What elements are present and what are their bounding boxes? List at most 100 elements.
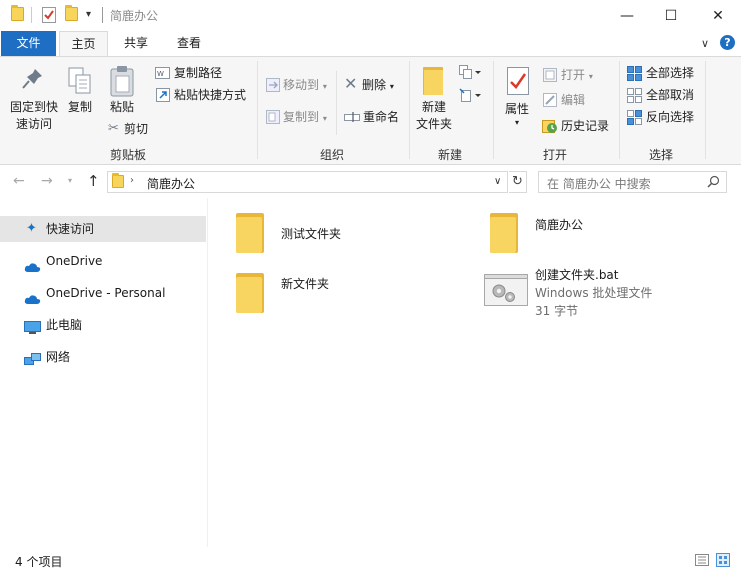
file-name: 测试文件夹 <box>281 227 342 241</box>
nav-item-label: 此电脑 <box>46 318 83 332</box>
paste-shortcut-button[interactable]: 粘贴快捷方式 <box>174 87 246 103</box>
search-icon[interactable] <box>707 175 720 191</box>
nav-item-onedrive-personal[interactable]: OneDrive - Personal <box>0 280 206 306</box>
edit-button[interactable]: 编辑 <box>561 92 585 108</box>
properties-quick-icon[interactable] <box>42 7 56 26</box>
cloud-icon <box>24 256 41 282</box>
search-input[interactable]: 在 简鹿办公 中搜索 <box>538 171 727 193</box>
breadcrumb-separator-icon[interactable]: › <box>130 175 134 186</box>
group-divider <box>493 61 494 159</box>
file-name: 新文件夹 <box>281 277 330 291</box>
nav-item-this-pc[interactable]: 此电脑 <box>0 312 206 338</box>
nav-item-label: 快速访问 <box>46 222 95 236</box>
copy-to-icon <box>266 110 280 127</box>
new-folder-button[interactable]: 新建 文件夹 <box>414 99 454 133</box>
new-folder-icon <box>423 67 445 98</box>
group-label-select: 选择 <box>648 148 673 162</box>
copy-button[interactable]: 复制 <box>62 99 98 116</box>
file-item-folder[interactable]: 新文件夹 <box>230 270 430 316</box>
recent-locations-icon[interactable]: ▾ <box>68 176 72 185</box>
pin-icon: ✦ <box>26 221 37 236</box>
easy-access-icon[interactable] <box>459 88 483 107</box>
new-folder-quick-icon[interactable] <box>65 5 78 21</box>
delete-icon: ✕ <box>344 74 358 93</box>
network-icon <box>24 350 41 376</box>
divider <box>102 7 103 23</box>
address-dropdown-icon[interactable]: ∨ <box>494 176 501 187</box>
navigation-pane: ✦ 快速访问 OneDrive OneDrive - Personal 此电脑 … <box>0 198 207 547</box>
move-to-icon <box>266 78 280 95</box>
properties-icon <box>507 67 529 98</box>
group-label-new: 新建 <box>437 148 462 162</box>
delete-button[interactable]: 删除 ▾ <box>362 77 394 95</box>
gears-icon <box>484 274 528 309</box>
group-label-open: 打开 <box>542 148 567 162</box>
forward-arrow-icon[interactable]: → <box>41 173 53 189</box>
nav-item-network[interactable]: 网络 <box>0 344 206 370</box>
folder-icon <box>236 273 264 313</box>
properties-button[interactable]: 属性 ▾ <box>500 101 534 128</box>
nav-item-label: 网络 <box>46 350 71 364</box>
nav-item-label: OneDrive <box>46 254 103 268</box>
back-arrow-icon[interactable]: ← <box>13 173 25 189</box>
pin-icon <box>22 67 44 96</box>
title-bar: ▾ 简鹿办公 — ☐ ✕ <box>0 0 741 31</box>
file-item-batch[interactable]: 创建文件夹.bat Windows 批处理文件 31 字节 <box>484 264 724 320</box>
file-name: 简鹿办公 <box>535 218 584 232</box>
rename-button[interactable]: 重命名 <box>363 109 399 125</box>
tab-view[interactable]: 查看 <box>166 31 212 56</box>
move-to-button[interactable]: 移动到 ▾ <box>283 77 327 95</box>
nav-item-label: OneDrive - Personal <box>46 286 166 300</box>
copy-to-button[interactable]: 复制到 ▾ <box>283 109 327 127</box>
copy-path-icon: W <box>155 67 170 82</box>
details-view-icon[interactable] <box>695 554 709 569</box>
group-divider <box>619 61 620 159</box>
group-divider <box>705 61 706 159</box>
minimize-button[interactable]: — <box>604 0 650 31</box>
item-count: 4 个项目 <box>15 555 63 569</box>
divider <box>336 71 337 135</box>
pin-to-quick-access-button[interactable]: 固定到快 速访问 <box>6 99 62 133</box>
nav-item-onedrive[interactable]: OneDrive <box>0 248 206 274</box>
breadcrumb-segment[interactable]: 简鹿办公 <box>147 175 195 192</box>
history-button[interactable]: 历史记录 <box>561 118 609 134</box>
select-all-button[interactable]: 全部选择 <box>646 65 694 81</box>
refresh-icon[interactable]: ↻ <box>509 171 527 193</box>
file-size: 31 字节 <box>535 304 579 318</box>
select-none-icon <box>627 88 643 107</box>
history-icon <box>542 118 558 137</box>
help-icon[interactable]: ? <box>720 35 735 50</box>
copy-path-button[interactable]: 复制路径 <box>174 65 222 81</box>
tab-file[interactable]: 文件 <box>1 31 56 56</box>
maximize-button[interactable]: ☐ <box>648 0 694 31</box>
group-label-clipboard: 剪贴板 <box>109 148 146 162</box>
cut-button[interactable]: 剪切 <box>124 121 148 137</box>
ribbon-tabs: 文件 主页 共享 查看 ∨ ? <box>0 31 741 57</box>
divider <box>31 7 32 23</box>
edit-icon <box>543 93 557 110</box>
copy-icon <box>68 67 92 98</box>
group-label-organize: 组织 <box>319 148 344 162</box>
computer-icon <box>24 318 41 344</box>
collapse-ribbon-icon[interactable]: ∨ <box>701 37 709 50</box>
large-icons-view-icon[interactable] <box>716 553 730 570</box>
select-none-button[interactable]: 全部取消 <box>646 87 694 103</box>
scissors-icon: ✂ <box>108 121 119 136</box>
file-type: Windows 批处理文件 <box>535 286 653 300</box>
group-divider <box>409 61 410 159</box>
invert-selection-button[interactable]: 反向选择 <box>646 109 694 125</box>
close-button[interactable]: ✕ <box>695 0 741 31</box>
up-arrow-icon[interactable]: ↑ <box>87 172 100 190</box>
new-item-icon[interactable] <box>459 65 483 84</box>
customize-toolbar-icon[interactable]: ▾ <box>86 9 91 20</box>
file-item-folder[interactable]: 简鹿办公 <box>484 210 704 256</box>
file-item-folder[interactable]: 测试文件夹 <box>230 210 430 256</box>
file-name: 创建文件夹.bat <box>535 268 619 282</box>
tab-share[interactable]: 共享 <box>113 31 159 56</box>
open-icon <box>543 68 557 85</box>
tab-home[interactable]: 主页 <box>59 31 108 57</box>
address-bar[interactable]: › 简鹿办公 ∨ <box>107 171 508 193</box>
paste-button[interactable]: 粘贴 <box>104 99 140 116</box>
nav-item-quick-access[interactable]: ✦ 快速访问 <box>0 216 206 242</box>
open-button[interactable]: 打开 ▾ <box>561 67 593 85</box>
